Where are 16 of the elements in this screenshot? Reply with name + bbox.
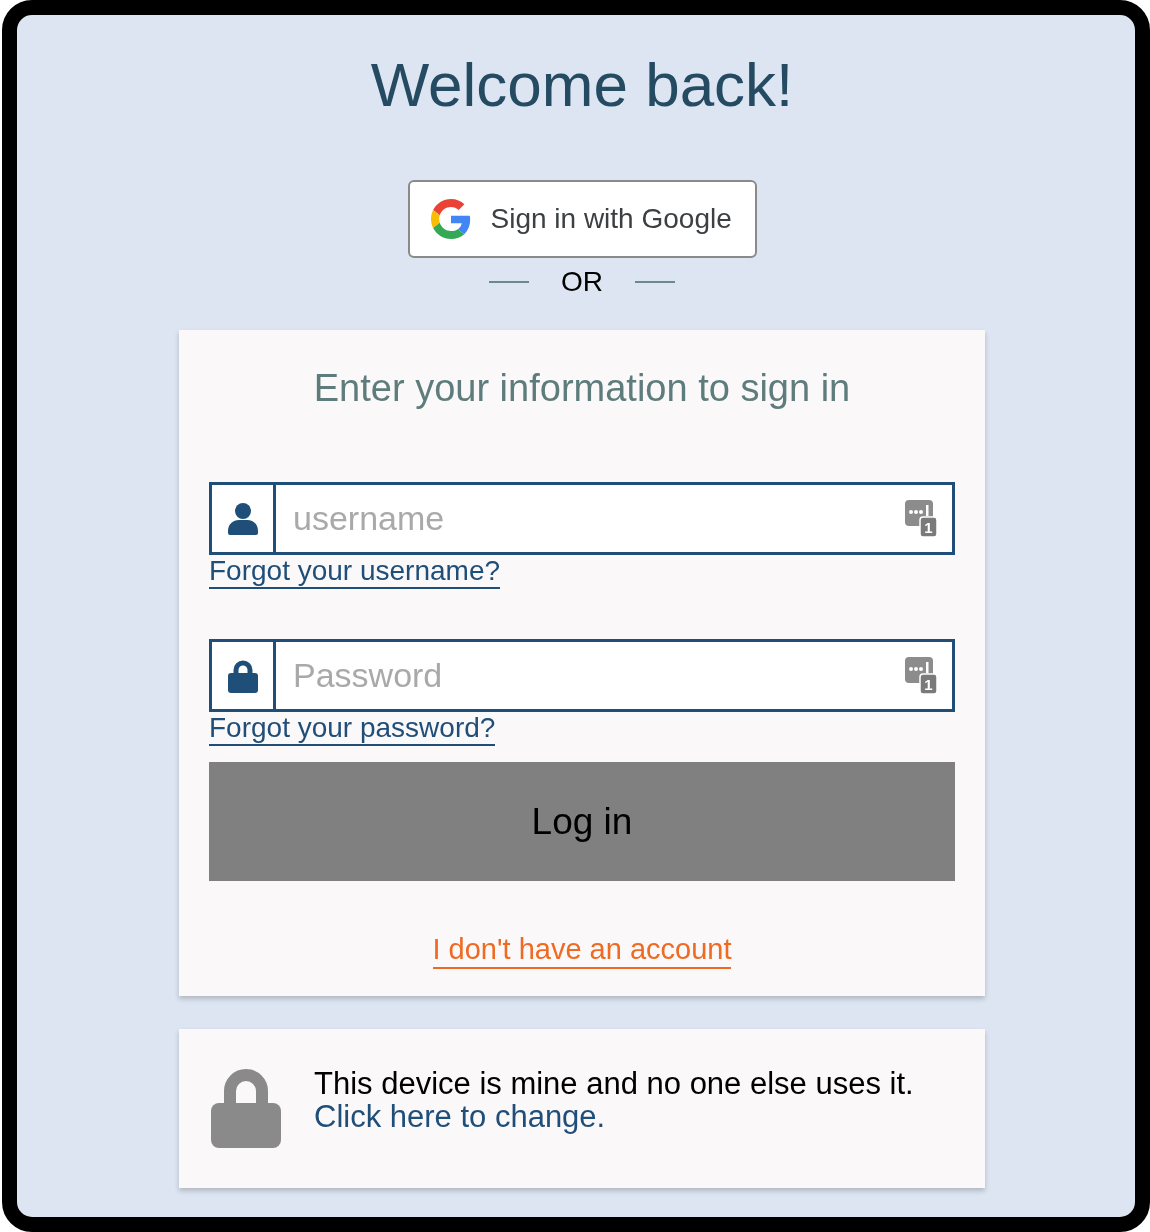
person-icon — [227, 502, 258, 535]
log-in-button[interactable]: Log in — [209, 762, 955, 881]
g-logo-icon — [430, 199, 471, 239]
forgot-link[interactable]: Forgot your password? — [209, 712, 496, 746]
card-heading: Enter your information to sign in — [313, 366, 851, 411]
lock-icon — [227, 658, 258, 693]
google-sign-in-button[interactable]: Sign in with Google — [407, 180, 757, 258]
forgot-link[interactable]: Forgot your username? — [209, 555, 501, 589]
or-divider-label: OR — [561, 266, 603, 298]
password-field[interactable]: Password 1 — [209, 639, 955, 712]
padlock-icon — [211, 1069, 281, 1148]
welcome-heading: Welcome back! — [370, 49, 794, 121]
device-message: This device is mine and no one else uses it. — [314, 1067, 914, 1100]
signup-link[interactable]: I don't have an account — [432, 932, 732, 969]
username-field[interactable]: username 1 — [209, 482, 955, 555]
change-link[interactable]: Click here to change. — [314, 1100, 606, 1133]
